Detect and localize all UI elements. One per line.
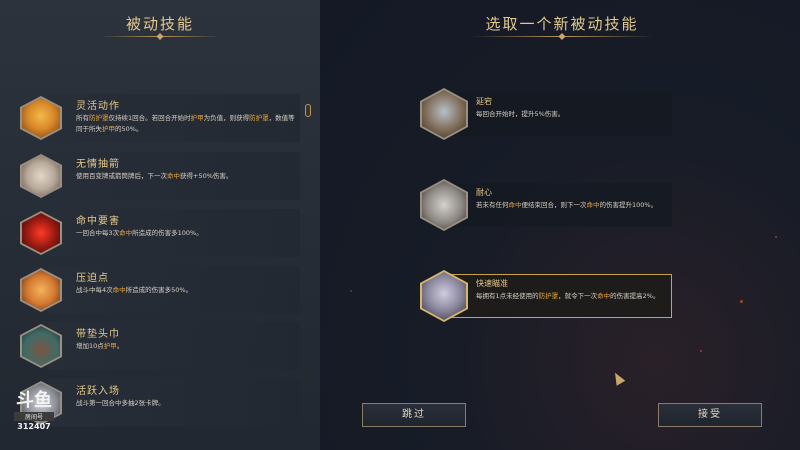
keyword-text: 护甲 [103,342,117,350]
choice-description: 每回合开始时，提升5%伤害。 [476,109,670,120]
skill-name: 带垫头巾 [76,329,120,340]
description-text: 若未有任何 [476,201,509,209]
keyword-text: 防护罩 [538,292,559,300]
skip-button[interactable]: 跳过 [362,403,466,427]
keyword-text: 命中 [597,292,611,300]
accept-button[interactable]: 接受 [658,403,762,427]
quick-aim-icon [422,272,466,320]
skill-choice-card[interactable]: 耐心 若未有任何命中便结束回合，则下一次命中的伤害提升100%。 [420,179,672,231]
choice-description: 每拥有1点未经使用的防护罩，就令下一次命中的伤害提高2%。 [476,291,670,302]
choose-skill-title: 选取一个新被动技能 [485,15,639,33]
description-text: 所造成的伤害多100%。 [132,229,203,237]
description-text: 所造成的伤害多50%。 [125,286,193,294]
owned-skill-row[interactable]: 灵活动作 所有防护罩仅持续1回合。若回合开始时护甲为负值，则获得防护罩，数值等同于… [20,94,300,142]
owned-skill-row[interactable]: 命中要害 一回合中每3次命中所造成的伤害多100%。 [20,209,300,257]
description-text: 战斗中每4次 [76,286,113,294]
watermark-room-label: 房间号 [14,412,54,421]
keyword-text: 防护罩 [89,114,109,122]
ember-particle [775,236,777,238]
choose-skill-title-divider [470,36,654,37]
patience-icon [422,181,466,229]
ember-particle [740,300,743,303]
description-text: 增加10点 [76,342,104,350]
owned-skill-row[interactable]: 压迫点 战斗中每4次命中所造成的伤害多50%。 [20,266,300,314]
choice-description: 若未有任何命中便结束回合，则下一次命中的伤害提升100%。 [476,200,670,211]
description-text: 便结束回合，则下一次 [521,201,587,209]
headband-icon [22,326,60,366]
description-text: 每拥有1点未经使用的 [476,292,539,300]
description-text: 战斗第一回合中多抽2张卡牌。 [76,399,165,407]
description-text: 的伤害提升100%。 [599,201,658,209]
keyword-text: 命中 [586,201,600,209]
skill-name: 无情抽箭 [76,159,120,170]
owned-skill-row[interactable]: 无情抽箭 使用百变牌或箭筒牌后，下一次命中获得+50%伤害。 [20,152,300,200]
owned-skills-title-divider [100,36,220,37]
skill-choice-card[interactable]: 快速瞄准每拥有1点未经使用的防护罩，就令下一次命中的伤害提高2%。 [420,270,672,322]
keyword-text: 护甲 [190,114,204,122]
skill-name: 灵活动作 [76,101,120,112]
description-text: 每回合开始时，提升5%伤害。 [476,110,565,118]
skill-description: 使用百变牌或箭筒牌后，下一次命中获得+50%伤害。 [76,171,296,182]
watermark-logo: 斗鱼 [16,390,52,411]
ember-particle [700,350,702,352]
scrollbar-handle[interactable] [305,104,311,117]
acrobat-icon [22,98,60,138]
keyword-text: 命中 [119,229,133,237]
choice-name: 延宕 [476,97,492,106]
owned-skill-row[interactable]: 活跃入场战斗第一回合中多抽2张卡牌。 [20,379,300,427]
skill-choice-card[interactable]: 延宕每回合开始时，提升5%伤害。 [420,88,672,140]
description-text: 。 [116,342,124,350]
description-text: 的伤害提高2%。 [610,292,660,300]
skill-name: 命中要害 [76,216,120,227]
choice-name: 快速瞄准 [476,279,508,288]
choice-name: 耐心 [476,188,492,197]
description-text: 所有 [76,114,89,122]
arrow-icon [22,156,60,196]
owned-skills-title: 被动技能 [125,15,194,33]
skill-description: 所有防护罩仅持续1回合。若回合开始时护甲为负值，则获得防护罩，数值等同于所失护甲… [76,113,296,135]
ember-particle [350,290,352,292]
description-text: 的50%。 [115,125,143,133]
skill-description: 增加10点护甲。 [76,341,296,352]
owned-skill-row[interactable]: 带垫头巾 增加10点护甲。 [20,322,300,370]
delay-icon [422,90,466,138]
pressure-point-icon [22,270,60,310]
skill-description: 战斗中每4次命中所造成的伤害多50%。 [76,285,296,296]
skill-name: 压迫点 [76,273,109,284]
keyword-text: 命中 [508,201,522,209]
description-text: 一回合中每3次 [76,229,120,237]
keyword-text: 命中 [112,286,126,294]
skill-description: 一回合中每3次命中所造成的伤害多100%。 [76,228,296,239]
keyword-text: 护甲 [102,125,115,133]
description-text: ，就令下一次 [558,292,598,300]
skill-description: 战斗第一回合中多抽2张卡牌。 [76,398,296,409]
description-text: 使用百变牌或箭筒牌后，下一次 [76,172,167,180]
keyword-text: 防护罩 [249,114,269,122]
description-text: 仅持续1回合。若回合开始时 [108,114,191,122]
keyword-text: 命中 [167,172,180,180]
description-text: 获得+50%伤害。 [180,172,233,180]
vital-strike-icon [22,213,60,253]
watermark-room-number: 312407 [17,422,51,431]
description-text: 为负值，则获得 [203,114,250,122]
skill-name: 活跃入场 [76,386,120,397]
stream-watermark: 斗鱼 房间号 312407 [14,391,54,439]
